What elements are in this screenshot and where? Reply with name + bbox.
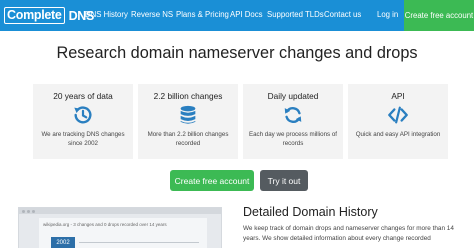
create-free-account-button[interactable]: Create free account xyxy=(170,170,254,191)
feature-title: 20 years of data xyxy=(53,91,113,101)
preview-year-badge: 2002 xyxy=(51,237,75,248)
nav-link-contact-us[interactable]: Contact us xyxy=(324,10,361,19)
code-icon xyxy=(388,106,408,124)
preview-summary-text: wikipedia.org - 3 changes and 0 drops re… xyxy=(43,222,167,227)
history-preview-image: wikipedia.org - 3 changes and 0 drops re… xyxy=(18,207,222,248)
preview-window-bar xyxy=(19,208,221,214)
nav-link-supported-tlds[interactable]: Supported TLDs xyxy=(267,10,324,19)
logo-part-complete: Complete xyxy=(4,7,65,24)
feature-desc: Each day we process millions of records xyxy=(248,131,338,147)
feature-desc: Quick and easy API integration xyxy=(355,131,441,138)
nav-create-account-button[interactable]: Create free account xyxy=(404,0,474,31)
preview-timeline xyxy=(79,242,199,243)
nav-link-api-docs[interactable]: API Docs xyxy=(230,10,263,19)
nav-link-log-in[interactable]: Log in xyxy=(377,10,398,19)
logo[interactable]: Complete DNS xyxy=(4,6,94,25)
window-dot xyxy=(22,209,25,213)
page-title: Research domain nameserver changes and d… xyxy=(56,44,418,62)
database-icon xyxy=(180,105,196,124)
history-section-description: We keep track of domain drops and namese… xyxy=(243,225,454,242)
feature-title: 2.2 billion changes xyxy=(153,91,223,101)
nav-link-reverse-ns[interactable]: Reverse NS xyxy=(131,10,173,19)
feature-title: API xyxy=(391,91,405,101)
feature-card-years: 20 years of data We are tracking DNS cha… xyxy=(33,84,133,159)
top-nav: Complete DNS DNS History Reverse NS Plan… xyxy=(0,0,474,31)
refresh-icon xyxy=(284,107,302,123)
nav-link-plans-pricing[interactable]: Plans & Pricing xyxy=(176,10,229,19)
window-dot xyxy=(32,209,35,213)
feature-desc: We are tracking DNS changes since 2002 xyxy=(41,131,125,147)
nav-link-dns-history[interactable]: DNS History xyxy=(85,10,128,19)
feature-title: Daily updated xyxy=(267,91,319,101)
history-icon xyxy=(74,106,92,124)
try-it-out-button[interactable]: Try it out xyxy=(260,170,308,191)
window-dot xyxy=(27,209,30,213)
history-section-title: Detailed Domain History xyxy=(243,205,378,219)
feature-desc: More than 2.2 billion changes recorded xyxy=(147,131,229,147)
feature-card-api: API Quick and easy API integration xyxy=(348,84,448,159)
feature-card-changes: 2.2 billion changes More than 2.2 billio… xyxy=(138,84,238,159)
feature-card-daily: Daily updated Each day we process millio… xyxy=(243,84,343,159)
preview-content: wikipedia.org - 3 changes and 0 drops re… xyxy=(39,218,207,248)
